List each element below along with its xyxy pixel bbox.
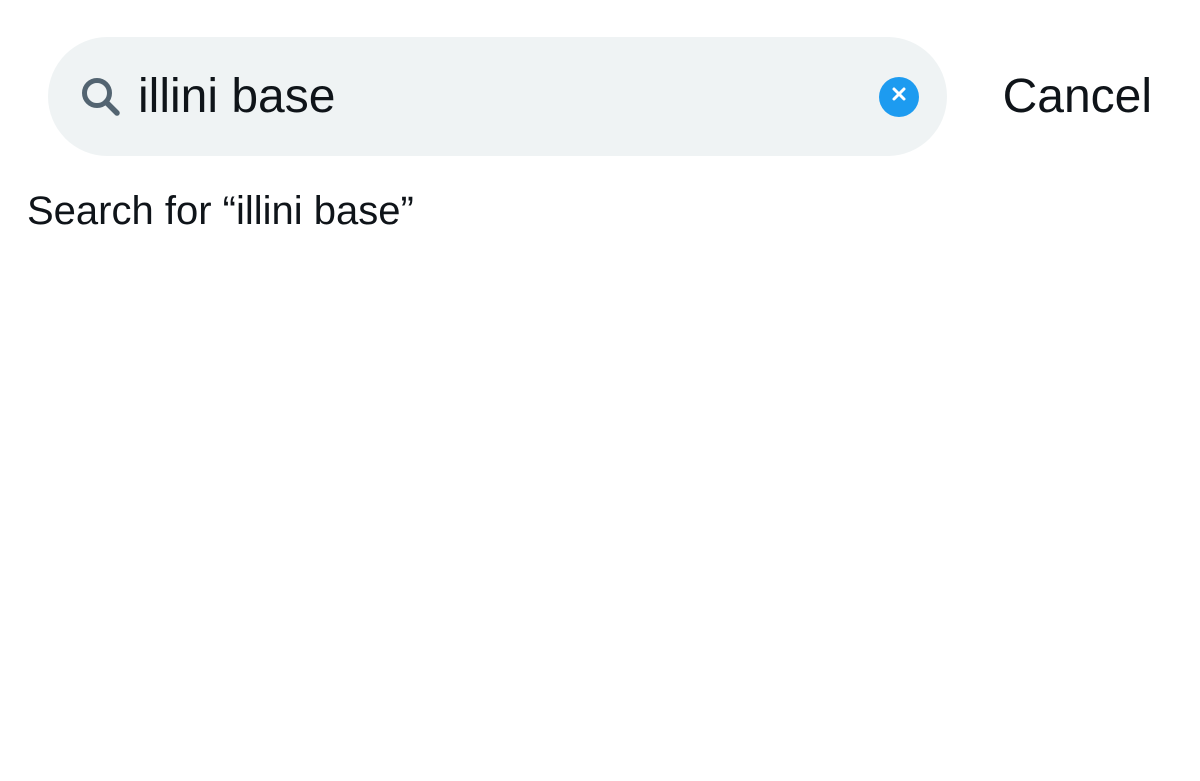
- close-icon: [891, 86, 907, 107]
- search-header: Cancel: [48, 37, 1152, 156]
- search-screen: Cancel Search for “illini base”: [0, 0, 1200, 781]
- search-bar[interactable]: [48, 37, 947, 156]
- search-suggestion[interactable]: Search for “illini base”: [27, 186, 414, 236]
- clear-search-button[interactable]: [879, 76, 919, 117]
- cancel-button[interactable]: Cancel: [1003, 67, 1152, 127]
- search-icon: [80, 76, 122, 118]
- search-input[interactable]: [138, 66, 879, 127]
